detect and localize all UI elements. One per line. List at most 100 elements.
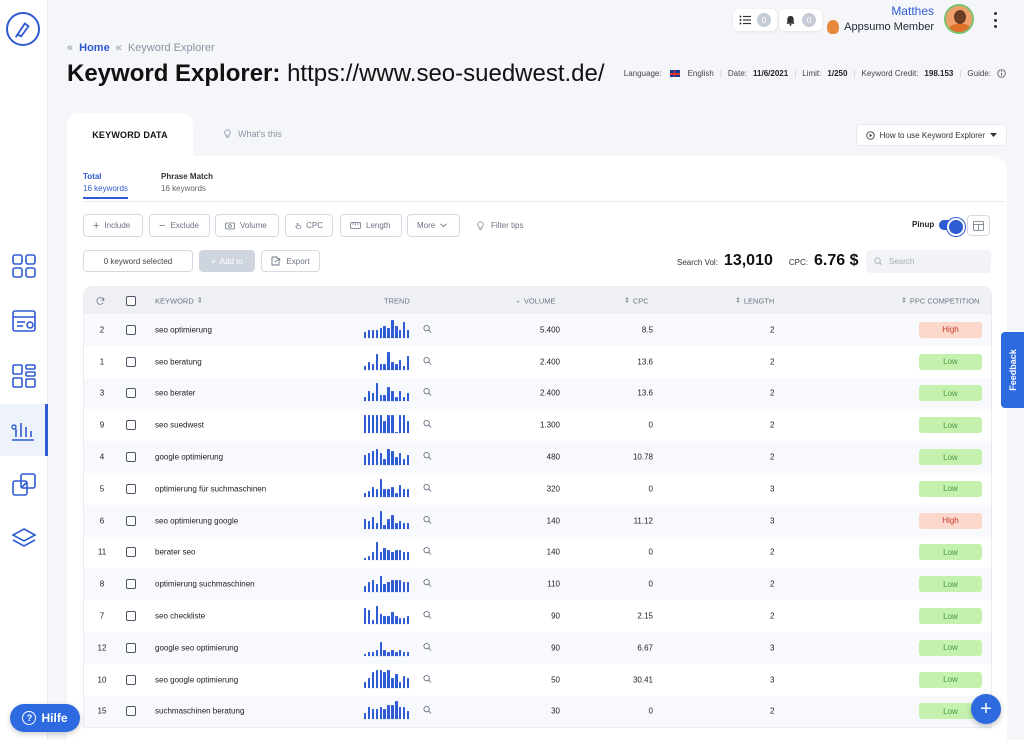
nav-dashboard-icon[interactable] bbox=[0, 240, 48, 292]
more-filters-button[interactable]: More bbox=[407, 214, 460, 237]
cpc-header[interactable]: ⇕ CPC bbox=[624, 296, 649, 305]
trend-sparkline bbox=[364, 351, 410, 370]
table-row[interactable]: 4 google optimierung 480 10.78 2 Low bbox=[84, 441, 991, 473]
row-checkbox[interactable] bbox=[126, 642, 136, 653]
keyword-cell[interactable]: seo optimierung google bbox=[155, 516, 238, 525]
row-checkbox[interactable] bbox=[126, 611, 136, 622]
zoom-icon[interactable] bbox=[423, 642, 432, 653]
tab-keyword-data[interactable]: KEYWORD DATA bbox=[67, 113, 193, 157]
zoom-icon[interactable] bbox=[423, 388, 432, 399]
nav-reports-icon[interactable] bbox=[0, 350, 48, 402]
page-title: Keyword Explorer: https://www.seo-suedwe… bbox=[67, 60, 605, 88]
table-row[interactable]: 1 seo beratung 2.400 13.6 2 Low bbox=[84, 346, 991, 378]
nav-keyword-explorer-icon[interactable] bbox=[0, 404, 48, 456]
zoom-icon[interactable] bbox=[423, 452, 432, 463]
cpc-filter-button[interactable]: CPC bbox=[285, 214, 333, 237]
select-all-checkbox[interactable] bbox=[126, 295, 136, 306]
search-box[interactable] bbox=[866, 250, 991, 273]
exclude-filter-button[interactable]: − Exclude bbox=[149, 214, 210, 237]
avatar[interactable] bbox=[944, 4, 974, 34]
add-fab-button[interactable]: + bbox=[971, 694, 1001, 724]
keyword-cell[interactable]: berater seo bbox=[155, 548, 195, 557]
help-button[interactable]: ? Hilfe bbox=[10, 704, 80, 732]
feedback-tab[interactable]: Feedback bbox=[1001, 332, 1024, 408]
table-row[interactable]: 6 seo optimierung google 140 11.12 3 High bbox=[84, 504, 991, 537]
keyword-cell[interactable]: google optimierung bbox=[155, 453, 223, 462]
row-checkbox[interactable] bbox=[126, 515, 136, 526]
tasks-button[interactable]: 0 bbox=[733, 9, 777, 31]
table-row[interactable]: 11 berater seo 140 0 2 Low bbox=[84, 537, 991, 569]
keyword-cell[interactable]: seo checkliste bbox=[155, 612, 205, 621]
how-to-use-dropdown[interactable]: How to use Keyword Explorer bbox=[855, 124, 1007, 146]
zoom-icon[interactable] bbox=[423, 611, 432, 622]
info-icon[interactable] bbox=[997, 69, 1006, 78]
zoom-icon[interactable] bbox=[423, 674, 432, 685]
ppc-header[interactable]: ⇕ PPC COMPETITION bbox=[901, 296, 979, 305]
report-meta: Language: English | Date: 11/6/2021 | Li… bbox=[624, 69, 1006, 78]
refresh-icon[interactable] bbox=[96, 296, 105, 305]
row-checkbox[interactable] bbox=[126, 420, 136, 431]
keyword-cell[interactable]: suchmaschinen beratung bbox=[155, 707, 244, 716]
keyword-cell[interactable]: seo beratung bbox=[155, 357, 202, 366]
row-checkbox[interactable] bbox=[126, 579, 136, 590]
breadcrumb-home[interactable]: Home bbox=[79, 42, 110, 54]
keyword-cell[interactable]: seo berater bbox=[155, 389, 195, 398]
table-row[interactable]: 8 optimierung suchmaschinen 110 0 2 Low bbox=[84, 568, 991, 601]
more-menu-icon[interactable] bbox=[992, 12, 998, 28]
length-header[interactable]: ⇕ LENGTH bbox=[735, 296, 774, 305]
row-checkbox[interactable] bbox=[126, 674, 136, 685]
export-button[interactable]: Export bbox=[261, 250, 320, 272]
row-checkbox[interactable] bbox=[126, 388, 136, 399]
app-logo[interactable] bbox=[6, 12, 40, 46]
keyword-header[interactable]: KEYWORD ⇕ bbox=[155, 296, 203, 305]
keyword-cell[interactable]: google seo optimierung bbox=[155, 643, 238, 652]
keyword-cell[interactable]: optimierung für suchmaschinen bbox=[155, 484, 266, 493]
nav-layers-icon[interactable] bbox=[0, 512, 48, 564]
table-row[interactable]: 2 seo optimierung 5.400 8.5 2 High bbox=[84, 314, 991, 346]
volume-filter-button[interactable]: Volume bbox=[215, 214, 279, 237]
keyword-cell[interactable]: seo optimierung bbox=[155, 325, 212, 334]
row-checkbox[interactable] bbox=[126, 356, 136, 367]
row-checkbox[interactable] bbox=[126, 324, 136, 335]
subtab-total[interactable]: Total 16 keywords bbox=[83, 172, 128, 199]
trend-bar bbox=[391, 649, 394, 656]
table-row[interactable]: 7 seo checkliste 90 2.15 2 Low bbox=[84, 600, 991, 632]
trend-bar bbox=[375, 542, 379, 561]
table-row[interactable]: 15 suchmaschinen beratung 30 0 2 Low bbox=[84, 695, 991, 728]
columns-button[interactable] bbox=[967, 215, 990, 236]
cpc-cell: 0 bbox=[648, 484, 653, 494]
nav-site-audit-icon[interactable] bbox=[0, 295, 48, 347]
zoom-icon[interactable] bbox=[423, 706, 432, 717]
nav-compare-icon[interactable] bbox=[0, 459, 48, 511]
keyword-cell[interactable]: seo suedwest bbox=[155, 421, 204, 430]
length-filter-button[interactable]: Length bbox=[340, 214, 402, 237]
row-checkbox[interactable] bbox=[126, 547, 136, 558]
subtab-phrase-match[interactable]: Phrase Match 16 keywords bbox=[161, 172, 213, 193]
zoom-icon[interactable] bbox=[423, 420, 432, 431]
pinup-toggle[interactable] bbox=[939, 218, 965, 236]
table-row[interactable]: 10 seo google optimierung 50 30.41 3 Low bbox=[84, 664, 991, 696]
add-to-button[interactable]: + Add to bbox=[199, 250, 255, 272]
include-filter-button[interactable]: + Include bbox=[83, 214, 143, 237]
filter-tips-link[interactable]: Filter tips bbox=[475, 220, 523, 231]
table-row[interactable]: 9 seo suedwest 1.300 0 2 Low bbox=[84, 409, 991, 441]
table-row[interactable]: 3 seo berater 2.400 13.6 2 Low bbox=[84, 377, 991, 410]
zoom-icon[interactable] bbox=[423, 324, 432, 335]
row-checkbox[interactable] bbox=[126, 706, 136, 717]
volume-header[interactable]: ⌄ VOLUME bbox=[515, 296, 556, 305]
zoom-icon[interactable] bbox=[423, 356, 432, 367]
zoom-icon[interactable] bbox=[423, 483, 432, 494]
keyword-cell[interactable]: seo google optimierung bbox=[155, 675, 238, 684]
zoom-icon[interactable] bbox=[423, 579, 432, 590]
table-row[interactable]: 5 optimierung für suchmaschinen 320 0 3 Low bbox=[84, 473, 991, 505]
user-name[interactable]: Matthes bbox=[891, 4, 934, 18]
row-checkbox[interactable] bbox=[126, 452, 136, 463]
keyword-cell[interactable]: optimierung suchmaschinen bbox=[155, 580, 255, 589]
zoom-icon[interactable] bbox=[423, 547, 432, 558]
zoom-icon[interactable] bbox=[423, 515, 432, 526]
search-input[interactable] bbox=[889, 257, 979, 266]
tab-whats-this[interactable]: What's this bbox=[222, 128, 282, 139]
table-row[interactable]: 12 google seo optimierung 90 6.67 3 Low bbox=[84, 631, 991, 664]
row-checkbox[interactable] bbox=[126, 483, 136, 494]
notifications-button[interactable]: 0 bbox=[779, 9, 822, 31]
